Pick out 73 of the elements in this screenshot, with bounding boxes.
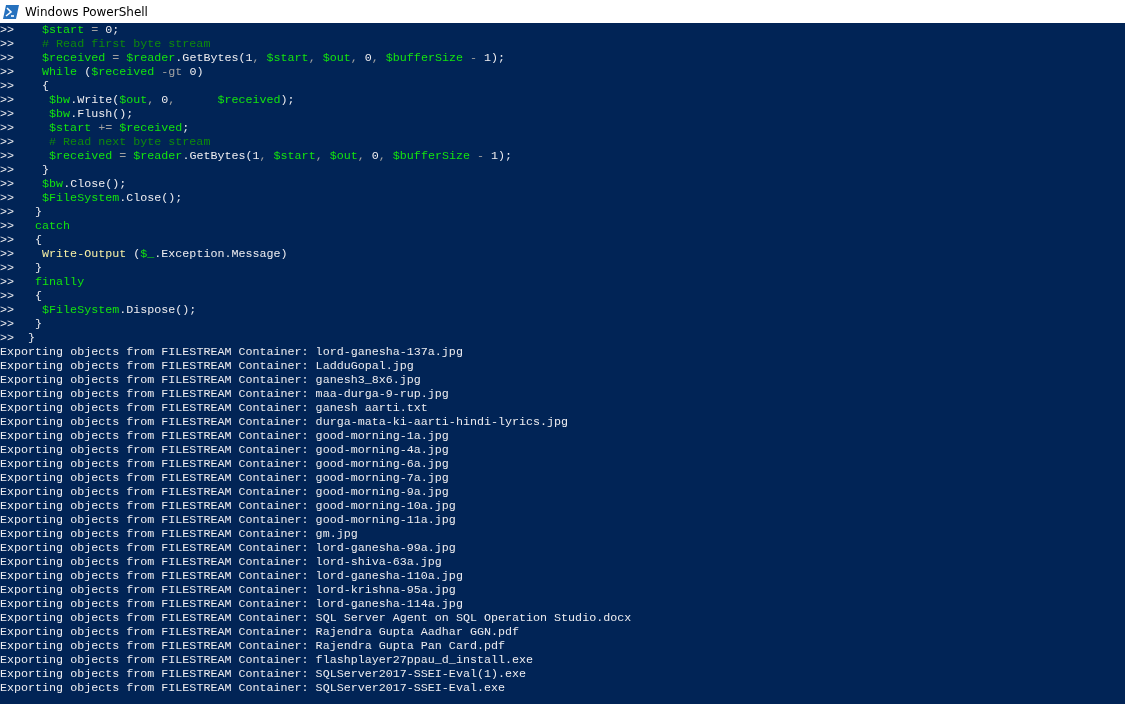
- output-line: Exporting objects from FILESTREAM Container: flashplayer27ppau_d_install.exe: [0, 653, 534, 667]
- output-line: Exporting objects from FILESTREAM Container: Rajendra Gupta Pan Card.pdf: [0, 639, 505, 653]
- prompt: >>: [0, 93, 14, 107]
- code-line: $FileSystem.Close();: [41, 191, 183, 205]
- window-title: Windows PowerShell: [25, 4, 148, 19]
- code-line: $start = 0;: [41, 23, 120, 37]
- prompt: >>: [0, 289, 14, 303]
- code-line: {: [34, 233, 43, 247]
- output-line: Exporting objects from FILESTREAM Container: Rajendra Gupta Aadhar GGN.pdf: [0, 625, 519, 639]
- code-line: {: [41, 79, 50, 93]
- powershell-icon: [3, 4, 19, 19]
- prompt: >>: [0, 163, 14, 177]
- prompt: >>: [0, 261, 14, 275]
- prompt: >>: [0, 275, 14, 289]
- code-line: $bw.Flush();: [48, 107, 134, 121]
- output-line: Exporting objects from FILESTREAM Container: lord-ganesha-137a.jpg: [0, 345, 463, 359]
- output-line: Exporting objects from FILESTREAM Container: lord-ganesha-114a.jpg: [0, 597, 463, 611]
- prompt: >>: [0, 107, 14, 121]
- code-line: $received = $reader.GetBytes(1, $start, $out, 0, $bufferSize - 1);: [41, 51, 506, 65]
- prompt: >>: [0, 65, 14, 79]
- output-line: Exporting objects from FILESTREAM Container: gm.jpg: [0, 527, 358, 541]
- output-line: Exporting objects from FILESTREAM Container: good-morning-10a.jpg: [0, 499, 456, 513]
- output-line: Exporting objects from FILESTREAM Container: lord-ganesha-110a.jpg: [0, 569, 463, 583]
- prompt: >>: [0, 303, 14, 317]
- prompt: >>: [0, 191, 14, 205]
- code-line: finally: [34, 275, 85, 289]
- output-line: Exporting objects from FILESTREAM Container: good-morning-9a.jpg: [0, 485, 449, 499]
- prompt: >>: [0, 317, 14, 331]
- code-line: $FileSystem.Dispose();: [41, 303, 197, 317]
- output-line: Exporting objects from FILESTREAM Container: ganesh aarti.txt: [0, 401, 428, 415]
- output-line: Exporting objects from FILESTREAM Container: SQLServer2017-SSEI-Eval(1).exe: [0, 667, 527, 681]
- code-line: $start += $received;: [48, 121, 190, 135]
- prompt: >>: [0, 79, 14, 93]
- prompt: >>: [0, 177, 14, 191]
- prompt: >>: [0, 219, 14, 233]
- code-line: Write-Output ($_.Exception.Message): [41, 247, 288, 261]
- prompt: >>: [0, 247, 14, 261]
- prompt: >>: [0, 121, 14, 135]
- output-line: Exporting objects from FILESTREAM Container: good-morning-1a.jpg: [0, 429, 449, 443]
- code-line: # Read next byte stream: [48, 135, 211, 149]
- output-line: Exporting objects from FILESTREAM Container: SQLServer2017-SSEI-Eval.exe: [0, 681, 505, 695]
- output-line: Exporting objects from FILESTREAM Container: good-morning-11a.jpg: [0, 513, 456, 527]
- code-line: # Read first byte stream: [41, 37, 211, 51]
- prompt: >>: [0, 331, 14, 345]
- code-line: $bw.Write($out, 0, $received);: [48, 93, 295, 107]
- output-line: Exporting objects from FILESTREAM Container: maa-durga-9-rup.jpg: [0, 387, 449, 401]
- output-line: Exporting objects from FILESTREAM Container: lord-shiva-63a.jpg: [0, 555, 442, 569]
- output-line: Exporting objects from FILESTREAM Container: SQL Server Agent on SQL Operation Studio.docx: [0, 611, 632, 625]
- output-line: Exporting objects from FILESTREAM Container: good-morning-4a.jpg: [0, 443, 449, 457]
- code-line: $bw.Close();: [41, 177, 127, 191]
- code-line: }: [41, 163, 50, 177]
- output-line: Exporting objects from FILESTREAM Container: LadduGopal.jpg: [0, 359, 414, 373]
- code-line: }: [27, 331, 36, 345]
- output-line: Exporting objects from FILESTREAM Container: ganesh3_8x6.jpg: [0, 373, 421, 387]
- output-line: Exporting objects from FILESTREAM Container: good-morning-6a.jpg: [0, 457, 449, 471]
- prompt: >>: [0, 149, 14, 163]
- prompt: >>: [0, 135, 14, 149]
- code-line: $received = $reader.GetBytes(1, $start, $out, 0, $bufferSize - 1);: [48, 149, 513, 163]
- prompt: >>: [0, 51, 14, 65]
- code-line: }: [34, 205, 43, 219]
- output-line: Exporting objects from FILESTREAM Container: good-morning-7a.jpg: [0, 471, 449, 485]
- output-line: Exporting objects from FILESTREAM Container: lord-ganesha-99a.jpg: [0, 541, 456, 555]
- code-line: catch: [34, 219, 71, 233]
- code-line: }: [34, 317, 43, 331]
- output-line: Exporting objects from FILESTREAM Container: lord-krishna-95a.jpg: [0, 583, 456, 597]
- code-line: }: [34, 261, 43, 275]
- code-line: While ($received -gt 0): [41, 65, 204, 79]
- prompt: >>: [0, 233, 14, 247]
- code-line: {: [34, 289, 43, 303]
- prompt: >>: [0, 37, 14, 51]
- output-line: Exporting objects from FILESTREAM Container: durga-mata-ki-aarti-hindi-lyrics.jpg: [0, 415, 569, 429]
- prompt: >>: [0, 23, 14, 37]
- prompt: >>: [0, 205, 14, 219]
